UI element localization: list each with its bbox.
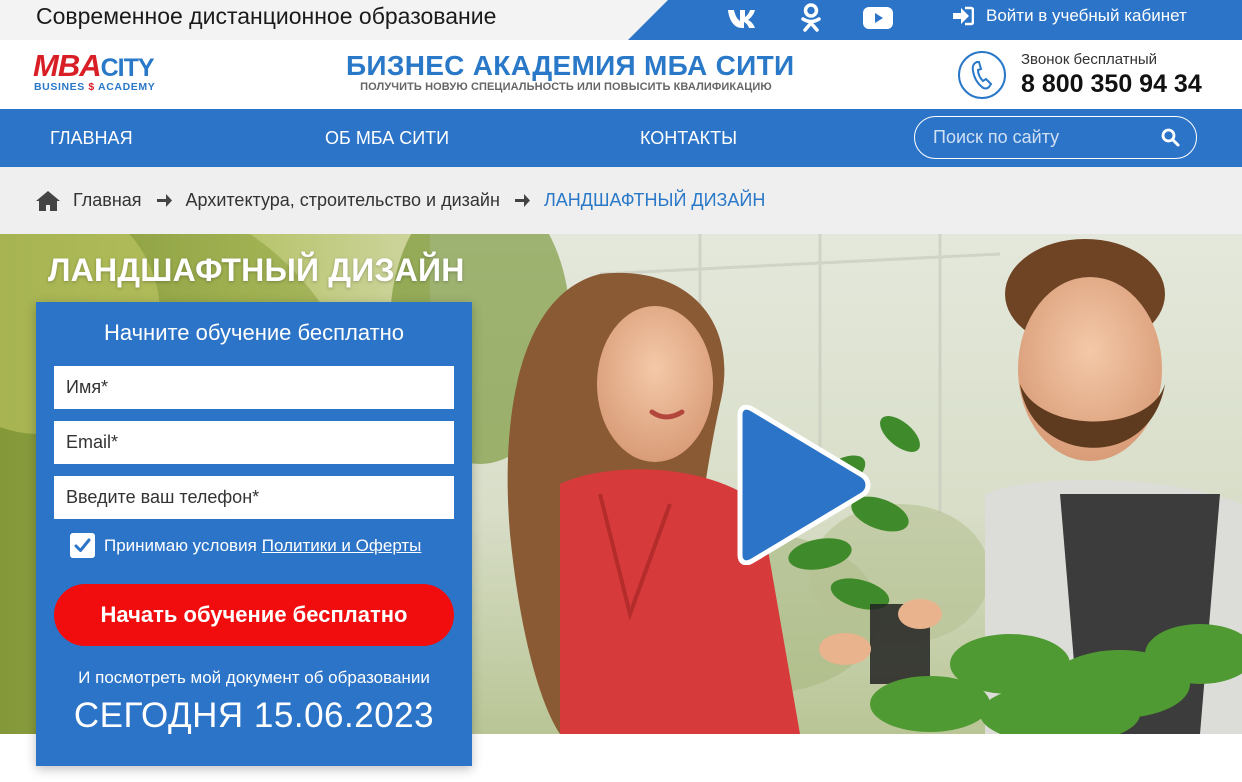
form-note: И посмотреть мой документ об образовании bbox=[78, 668, 430, 687]
phone-field[interactable] bbox=[54, 476, 454, 519]
breadcrumb-current: ЛАНДШАФТНЫЙ ДИЗАЙН bbox=[543, 190, 766, 210]
logo-sub-right: ACADEMY bbox=[98, 81, 156, 93]
logo-mba: MBA bbox=[33, 48, 102, 83]
phone-label: Звонок бесплатный bbox=[1021, 51, 1158, 68]
home-icon[interactable] bbox=[35, 190, 61, 212]
email-field[interactable] bbox=[54, 421, 454, 464]
start-learning-button[interactable]: Начать обучение бесплатно bbox=[54, 584, 454, 646]
logo-city: CITY bbox=[100, 54, 155, 82]
site-header: MBACITY BUSINES $ ACADEMY БИЗНЕС АКАДЕМИ… bbox=[0, 40, 1242, 109]
play-video-icon[interactable] bbox=[728, 404, 874, 570]
site-logo[interactable]: MBACITY BUSINES $ ACADEMY bbox=[33, 50, 203, 98]
login-icon bbox=[953, 6, 974, 26]
terms-link[interactable]: Политики и Оферты bbox=[262, 536, 422, 556]
main-nav: ГЛАВНАЯ ОБ МБА СИТИ КОНТАКТЫ bbox=[0, 109, 1242, 167]
site-tagline: Современное дистанционное образование bbox=[36, 3, 497, 29]
signup-form: Начните обучение бесплатно Принимаю усло… bbox=[36, 302, 472, 766]
phone-icon[interactable] bbox=[958, 51, 1006, 99]
odnoklassniki-icon[interactable] bbox=[797, 0, 825, 36]
brand-subtitle: ПОЛУЧИТЬ НОВУЮ СПЕЦИАЛЬНОСТЬ ИЛИ ПОВЫСИТ… bbox=[360, 81, 772, 93]
login-label: Войти в учебный кабинет bbox=[986, 6, 1187, 25]
terms-checkbox[interactable] bbox=[70, 533, 95, 558]
search-input[interactable] bbox=[933, 117, 1153, 157]
form-title: Начните обучение бесплатно bbox=[103, 320, 405, 345]
name-field[interactable] bbox=[54, 366, 454, 409]
form-date: СЕГОДНЯ 15.06.2023 bbox=[73, 696, 435, 735]
nav-item-contacts[interactable]: КОНТАКТЫ bbox=[640, 109, 737, 167]
search-icon[interactable] bbox=[1161, 128, 1180, 152]
login-link[interactable]: Войти в учебный кабинет bbox=[952, 0, 1187, 32]
nav-item-home[interactable]: ГЛАВНАЯ bbox=[50, 109, 133, 167]
logo-dollar-icon: $ bbox=[88, 81, 95, 93]
logo-sub-left: BUSINES bbox=[34, 81, 85, 93]
top-strip: Современное дистанционное образование Во… bbox=[0, 0, 1242, 40]
arrow-right-icon bbox=[514, 193, 530, 208]
terms-label: Принимаю условия bbox=[104, 535, 257, 555]
hero-title: ЛАНДШАФТНЫЙ ДИЗАЙН bbox=[48, 252, 465, 288]
nav-item-about[interactable]: ОБ МБА СИТИ bbox=[325, 109, 449, 167]
arrow-right-icon bbox=[156, 193, 172, 208]
breadcrumb-category[interactable]: Архитектура, строительство и дизайн bbox=[186, 190, 500, 211]
terms-agreement: Принимаю условия Политики и Оферты bbox=[70, 533, 421, 558]
checkmark-icon bbox=[74, 538, 91, 552]
breadcrumb: Главная Архитектура, строительство и диз… bbox=[0, 167, 1242, 234]
brand-block: БИЗНЕС АКАДЕМИЯ МБА СИТИ ПОЛУЧИТЬ НОВУЮ … bbox=[346, 50, 795, 94]
brand-title: БИЗНЕС АКАДЕМИЯ МБА СИТИ bbox=[346, 50, 795, 81]
youtube-icon[interactable] bbox=[862, 0, 894, 36]
site-search bbox=[914, 116, 1197, 159]
breadcrumb-home[interactable]: Главная bbox=[73, 190, 142, 211]
phone-number[interactable]: 8 800 350 94 34 bbox=[1021, 70, 1202, 99]
vk-icon[interactable] bbox=[726, 0, 760, 36]
